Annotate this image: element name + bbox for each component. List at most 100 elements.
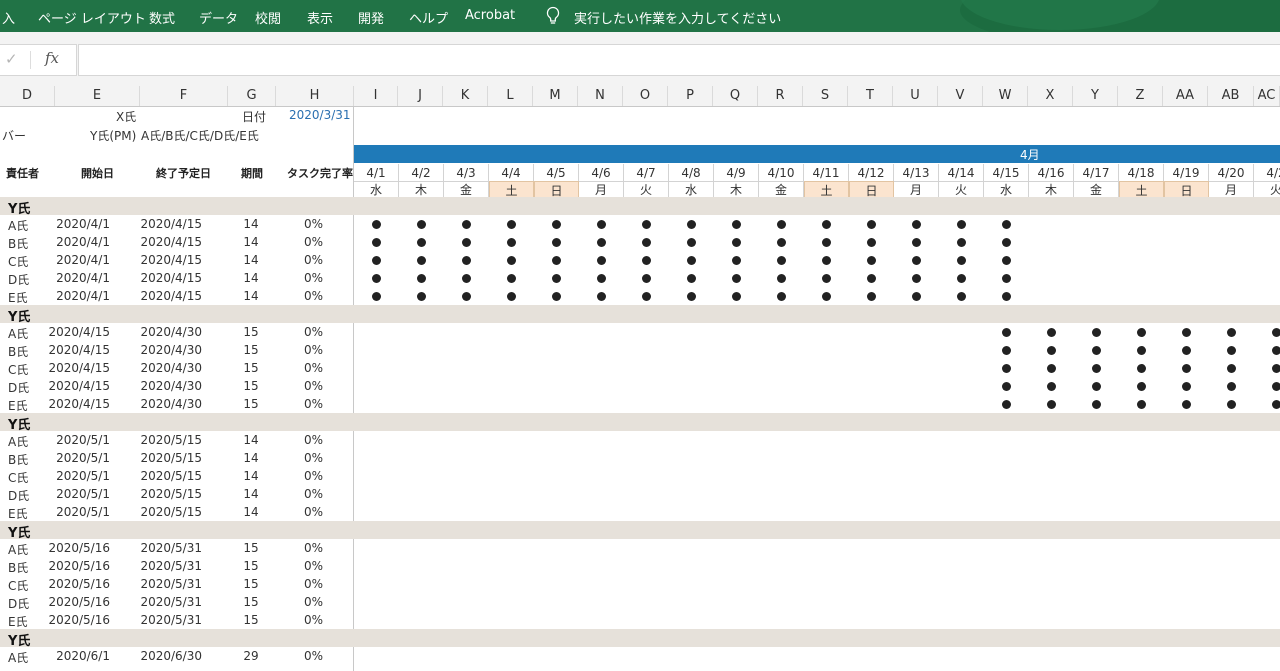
duration-cell[interactable]: 14 [228, 505, 274, 519]
end-date-cell[interactable]: 2020/4/30 [120, 325, 202, 339]
schedule-dot[interactable] [687, 220, 696, 229]
schedule-dot[interactable] [597, 256, 606, 265]
assignee-cell[interactable]: D氏 [8, 595, 29, 612]
assignee-cell[interactable]: A氏 [8, 325, 28, 342]
end-date-cell[interactable]: 2020/5/15 [120, 487, 202, 501]
pm-cell[interactable]: Y氏(PM) [90, 127, 136, 144]
schedule-dot[interactable] [642, 220, 651, 229]
column-header-v[interactable]: V [938, 86, 983, 106]
column-header-g[interactable]: G [228, 86, 276, 106]
tab-view[interactable]: 表示 [307, 8, 333, 27]
schedule-dot[interactable] [822, 256, 831, 265]
tab-review[interactable]: 校閲 [255, 8, 281, 27]
duration-cell[interactable]: 14 [228, 289, 274, 303]
duration-cell[interactable]: 14 [228, 217, 274, 231]
column-header-y[interactable]: Y [1073, 86, 1118, 106]
assignee-cell[interactable]: E氏 [8, 505, 28, 522]
schedule-dot[interactable] [507, 292, 516, 301]
tab-page-layout[interactable]: ページ レイアウト [38, 8, 146, 27]
schedule-dot[interactable] [1002, 364, 1011, 373]
schedule-dot[interactable] [777, 274, 786, 283]
duration-cell[interactable]: 15 [228, 595, 274, 609]
assignee-cell[interactable]: B氏 [8, 451, 28, 468]
schedule-dot[interactable] [1002, 346, 1011, 355]
duration-cell[interactable]: 14 [228, 451, 274, 465]
end-date-cell[interactable]: 2020/5/31 [120, 559, 202, 573]
worksheet-grid[interactable]: X氏 日付 2020/3/31 バー Y氏(PM) A氏/B氏/C氏/D氏/E氏… [0, 107, 1280, 671]
column-header-z[interactable]: Z [1118, 86, 1163, 106]
duration-cell[interactable]: 15 [228, 325, 274, 339]
schedule-dot[interactable] [597, 292, 606, 301]
assignee-cell[interactable]: A氏 [8, 649, 28, 666]
schedule-dot[interactable] [1137, 364, 1146, 373]
schedule-dot[interactable] [1227, 346, 1236, 355]
end-date-cell[interactable]: 2020/4/15 [120, 217, 202, 231]
schedule-dot[interactable] [1092, 346, 1101, 355]
schedule-dot[interactable] [1272, 382, 1280, 391]
duration-cell[interactable]: 14 [228, 235, 274, 249]
duration-cell[interactable]: 15 [228, 379, 274, 393]
completion-cell[interactable]: 0% [276, 469, 323, 483]
header-start-date[interactable]: 開始日 [81, 165, 114, 181]
column-header-m[interactable]: M [533, 86, 578, 106]
schedule-dot[interactable] [1227, 400, 1236, 409]
assignee-cell[interactable]: B氏 [8, 235, 28, 252]
end-date-cell[interactable]: 2020/5/15 [120, 505, 202, 519]
schedule-dot[interactable] [1182, 364, 1191, 373]
member-label-cell[interactable]: バー [2, 127, 26, 144]
schedule-dot[interactable] [1272, 328, 1280, 337]
tab-formulas[interactable]: 数式 [149, 8, 175, 27]
completion-cell[interactable]: 0% [276, 595, 323, 609]
schedule-dot[interactable] [1272, 364, 1280, 373]
header-end-date[interactable]: 終了予定日 [156, 165, 211, 181]
column-header-aa[interactable]: AA [1163, 86, 1208, 106]
completion-cell[interactable]: 0% [276, 505, 323, 519]
schedule-dot[interactable] [1227, 328, 1236, 337]
calendar-date[interactable]: 4/7 [624, 164, 669, 182]
header-assignee[interactable]: 責任者 [6, 165, 39, 181]
start-date-cell[interactable]: 2020/5/1 [40, 487, 110, 501]
tell-me-search[interactable]: 実行したい作業を入力してください [574, 8, 781, 27]
end-date-cell[interactable]: 2020/4/30 [120, 397, 202, 411]
start-date-cell[interactable]: 2020/5/1 [40, 433, 110, 447]
date-value-cell[interactable]: 2020/3/31 [289, 108, 351, 122]
duration-cell[interactable]: 15 [228, 577, 274, 591]
calendar-date[interactable]: 4/15 [984, 164, 1029, 182]
duration-cell[interactable]: 15 [228, 343, 274, 357]
completion-cell[interactable]: 0% [276, 541, 323, 555]
calendar-date[interactable]: 4/9 [714, 164, 759, 182]
calendar-date[interactable]: 4/19 [1164, 164, 1209, 182]
schedule-dot[interactable] [1002, 382, 1011, 391]
schedule-dot[interactable] [1047, 346, 1056, 355]
calendar-date[interactable]: 4/4 [489, 164, 534, 182]
calendar-date[interactable]: 4/16 [1029, 164, 1074, 182]
schedule-dot[interactable] [912, 238, 921, 247]
schedule-dot[interactable] [417, 274, 426, 283]
members-cell[interactable]: A氏/B氏/C氏/D氏/E氏 [141, 127, 259, 144]
column-header-q[interactable]: Q [713, 86, 758, 106]
schedule-dot[interactable] [1137, 382, 1146, 391]
schedule-dot[interactable] [372, 274, 381, 283]
schedule-dot[interactable] [777, 238, 786, 247]
schedule-dot[interactable] [1182, 346, 1191, 355]
tab-data[interactable]: データ [199, 8, 238, 27]
schedule-dot[interactable] [372, 220, 381, 229]
schedule-dot[interactable] [1047, 328, 1056, 337]
lightbulb-icon[interactable] [545, 6, 561, 26]
schedule-dot[interactable] [462, 238, 471, 247]
schedule-dot[interactable] [507, 238, 516, 247]
schedule-dot[interactable] [1272, 346, 1280, 355]
schedule-dot[interactable] [1182, 382, 1191, 391]
schedule-dot[interactable] [867, 220, 876, 229]
schedule-dot[interactable] [687, 238, 696, 247]
schedule-dot[interactable] [552, 220, 561, 229]
schedule-dot[interactable] [912, 220, 921, 229]
schedule-dot[interactable] [1047, 364, 1056, 373]
completion-cell[interactable]: 0% [276, 343, 323, 357]
schedule-dot[interactable] [417, 220, 426, 229]
insert-function-icon[interactable]: fx [45, 49, 59, 67]
column-header-ab[interactable]: AB [1208, 86, 1254, 106]
schedule-dot[interactable] [642, 238, 651, 247]
duration-cell[interactable]: 14 [228, 433, 274, 447]
completion-cell[interactable]: 0% [276, 649, 323, 663]
